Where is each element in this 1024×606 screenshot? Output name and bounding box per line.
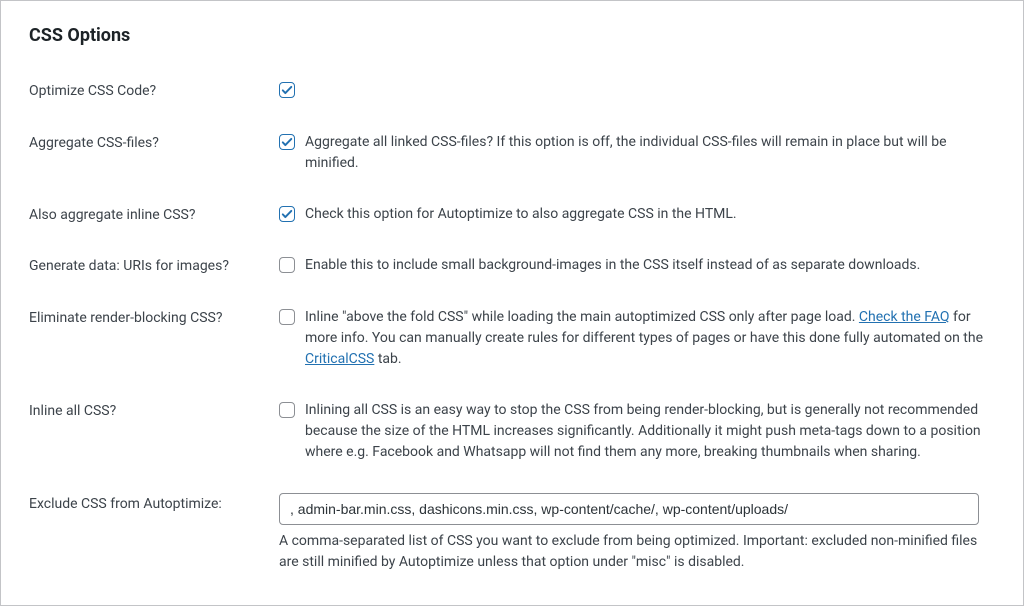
css-options-panel: CSS Options Optimize CSS Code? Aggregate…	[0, 0, 1024, 606]
data-uris-checkbox[interactable]	[279, 257, 295, 273]
check-icon	[280, 135, 294, 149]
data-uris-desc: Enable this to include small background-…	[305, 255, 920, 276]
section-title: CSS Options	[29, 25, 995, 46]
render-blocking-checkbox[interactable]	[279, 309, 295, 325]
inline-all-checkbox[interactable]	[279, 402, 295, 418]
check-faq-link[interactable]: Check the FAQ	[859, 309, 950, 325]
inline-all-label: Inline all CSS?	[29, 394, 279, 487]
check-icon	[280, 83, 294, 97]
aggregate-css-desc: Aggregate all linked CSS-files? If this …	[305, 132, 995, 174]
optimize-css-checkbox[interactable]	[279, 82, 295, 98]
check-icon	[280, 207, 294, 221]
optimize-css-label: Optimize CSS Code?	[29, 74, 279, 126]
inline-all-desc: Inlining all CSS is an easy way to stop …	[305, 400, 995, 463]
aggregate-inline-checkbox[interactable]	[279, 206, 295, 222]
aggregate-css-checkbox[interactable]	[279, 134, 295, 150]
render-blocking-desc: Inline "above the fold CSS" while loadin…	[305, 307, 995, 370]
aggregate-inline-label: Also aggregate inline CSS?	[29, 198, 279, 250]
render-blocking-label: Eliminate render-blocking CSS?	[29, 301, 279, 394]
criticalcss-link[interactable]: CriticalCSS	[305, 351, 374, 367]
exclude-css-label: Exclude CSS from Autoptimize:	[29, 487, 279, 577]
data-uris-label: Generate data: URIs for images?	[29, 249, 279, 301]
options-form-table: Optimize CSS Code? Aggregate CSS-files? …	[29, 74, 995, 577]
exclude-css-helper: A comma-separated list of CSS you want t…	[279, 531, 989, 573]
aggregate-css-label: Aggregate CSS-files?	[29, 126, 279, 198]
exclude-css-input[interactable]	[279, 493, 979, 525]
aggregate-inline-desc: Check this option for Autoptimize to als…	[305, 204, 737, 225]
render-blocking-desc-part3: tab.	[374, 351, 401, 367]
render-blocking-desc-part1: Inline "above the fold CSS" while loadin…	[305, 309, 859, 325]
